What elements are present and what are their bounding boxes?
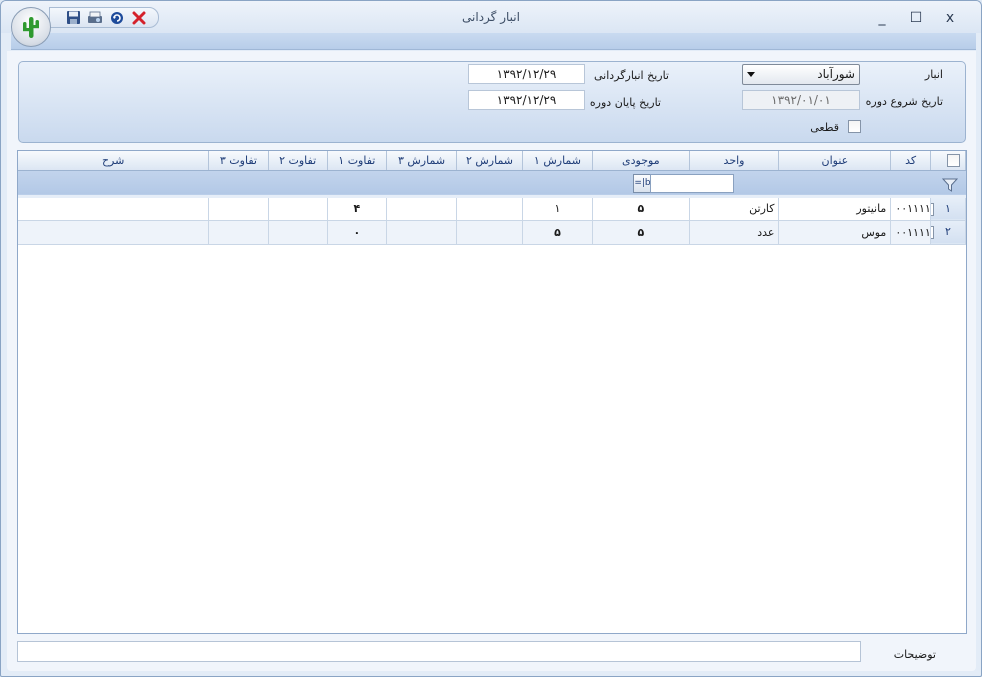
cell-code[interactable]: ۰۰۱۱۱۱۱۲۴ [890,196,931,221]
row-number-cell: ۱ [930,196,967,221]
cactus-icon [23,17,39,38]
cell-title[interactable]: مانیتور [778,196,892,221]
col-desc[interactable]: شرح [18,151,210,171]
warehouse-label: انبار [924,68,943,81]
cell-title[interactable]: موس [778,220,892,245]
cell-stock[interactable]: ۵ [592,220,690,245]
maximize-button[interactable]: ☐ [899,8,933,28]
minimize-button[interactable]: _ [865,8,899,28]
col-title[interactable]: عنوان [778,151,892,171]
col-diff1[interactable]: تفاوت ۱ [327,151,387,171]
cell-desc[interactable] [18,220,210,245]
final-label: قطعی [810,121,839,134]
inventory-grid: شرح تفاوت ۳ تفاوت ۲ تفاوت ۱ شمارش ۳ شمار… [17,150,967,634]
col-select-all[interactable] [930,151,967,171]
ribbon-strip [11,33,976,50]
col-count1[interactable]: شمارش ۱ [522,151,594,171]
col-stock[interactable]: موجودی [592,151,690,171]
table-row[interactable]: ۰ ۵ ۵ عدد موس ۰۰۱۱۱۱۱۲۳ ۲ [18,220,967,245]
cell-desc[interactable] [18,196,210,221]
app-menu-button[interactable] [11,7,51,47]
period-end-field[interactable]: ۱۳۹۲/۱۲/۲۹ [468,90,585,110]
row-number-cell: ۲ [930,220,967,245]
cell-code[interactable]: ۰۰۱۱۱۱۱۲۳ [890,220,931,245]
notes-field[interactable] [17,641,861,662]
window-controls: _ ☐ x [865,8,967,28]
inventory-date-label: تاریخ انبارگردانی [594,69,669,82]
content-area: انبار شورآباد تاریخ انبارگردانی ۱۳۹۲/۱۲/… [7,51,976,671]
grid-table: شرح تفاوت ۳ تفاوت ۲ تفاوت ۱ شمارش ۳ شمار… [18,151,967,245]
warehouse-value: شورآباد [817,67,855,81]
row-number: ۱ [944,201,951,215]
title-bar: انبار گردانی _ ☐ x [1,1,981,33]
col-code[interactable]: کد [890,151,931,171]
inventory-date-field[interactable]: ۱۳۹۲/۱۲/۲۹ [468,64,585,84]
filter-row-cell [18,170,966,198]
filter-input[interactable] [650,174,734,193]
close-button[interactable]: x [933,8,967,28]
cell-unit[interactable]: عدد [689,220,780,245]
warehouse-select[interactable]: شورآباد [742,64,860,85]
table-row[interactable]: ۴ ۱ ۵ کارتن مانیتور ۰۰۱۱۱۱۱۲۴ ۱ [18,196,967,221]
chevron-down-icon [747,72,755,77]
row-checkbox[interactable] [930,226,934,239]
col-unit[interactable]: واحد [689,151,780,171]
col-count3[interactable]: شمارش ۳ [386,151,458,171]
row-number: ۲ [944,225,951,238]
header-row: شرح تفاوت ۳ تفاوت ۲ تفاوت ۱ شمارش ۳ شمار… [18,151,967,171]
col-count2[interactable]: شمارش ۲ [456,151,523,171]
cell-diff3[interactable] [208,220,269,245]
cell-unit[interactable]: کارتن [689,196,780,221]
window-title: انبار گردانی [462,10,520,24]
period-end-label: تاریخ پایان دوره [589,96,661,109]
filter-row [18,170,966,198]
col-diff2[interactable]: تفاوت ۲ [268,151,328,171]
cell-count3[interactable] [386,220,458,245]
main-window: انبار گردانی _ ☐ x انبار شورآباد تاریخ ا… [0,0,982,677]
cell-count2[interactable] [456,220,523,245]
notes-label: توضیحات [893,648,936,661]
header-panel: انبار شورآباد تاریخ انبارگردانی ۱۳۹۲/۱۲/… [18,61,966,143]
period-start-field: ۱۳۹۲/۰۱/۰۱ [742,90,860,110]
cell-stock[interactable]: ۵ [592,196,690,221]
period-start-label: تاریخ شروع دوره [865,95,943,108]
final-checkbox[interactable] [848,120,861,133]
cell-count1[interactable]: ۵ [522,220,594,245]
cell-diff1[interactable]: ۴ [327,196,387,221]
cell-count3[interactable] [386,196,458,221]
cell-count1[interactable]: ۱ [522,196,594,221]
cell-diff3[interactable] [208,196,269,221]
cell-count2[interactable] [456,196,523,221]
filter-funnel-icon[interactable] [942,178,958,192]
cell-diff1[interactable]: ۰ [327,220,387,245]
cell-diff2[interactable] [268,196,328,221]
cell-diff2[interactable] [268,220,328,245]
col-diff3[interactable]: تفاوت ۳ [208,151,269,171]
select-all-checkbox[interactable] [947,154,961,167]
row-checkbox[interactable] [930,202,934,216]
